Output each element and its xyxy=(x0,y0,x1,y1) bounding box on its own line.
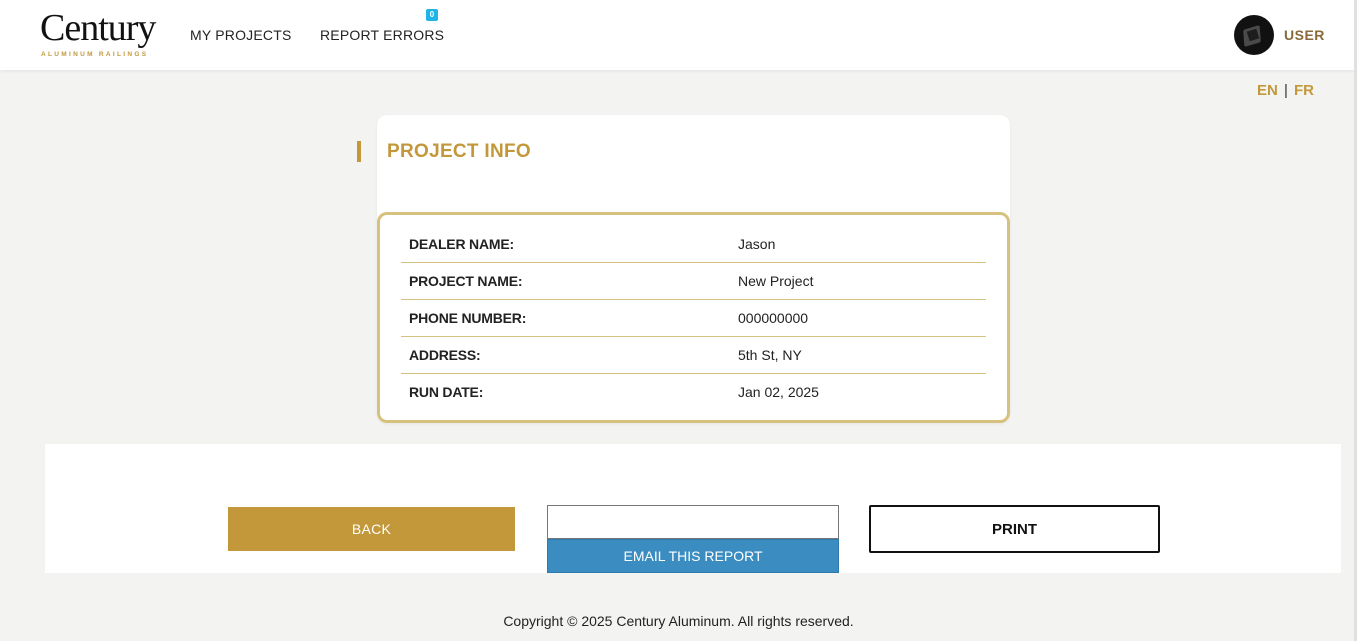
info-value: 5th St, NY xyxy=(738,347,802,363)
top-navigation-bar: Century ALUMINUM RAILINGS MY PROJECTS RE… xyxy=(0,0,1357,70)
info-row-address: ADDRESS: 5th St, NY xyxy=(401,337,986,374)
info-value: Jason xyxy=(738,236,776,252)
info-row-run-date: RUN DATE: Jan 02, 2025 xyxy=(401,374,986,411)
print-button[interactable]: PRINT xyxy=(869,505,1160,553)
email-input[interactable] xyxy=(547,505,839,539)
century-logo[interactable]: Century ALUMINUM RAILINGS xyxy=(40,7,162,60)
section-title-accent-bar xyxy=(357,141,361,162)
info-label: DEALER NAME: xyxy=(409,236,514,252)
nav-report-errors[interactable]: REPORT ERRORS xyxy=(320,27,444,43)
logo-wordmark: Century xyxy=(40,7,156,49)
info-row-phone-number: PHONE NUMBER: 000000000 xyxy=(401,300,986,337)
info-label: RUN DATE: xyxy=(409,384,484,400)
nav-my-projects[interactable]: MY PROJECTS xyxy=(190,27,292,43)
language-fr-link[interactable]: FR xyxy=(1294,82,1314,99)
user-avatar[interactable] xyxy=(1234,15,1274,55)
logo-tagline: ALUMINUM RAILINGS xyxy=(41,51,149,58)
email-report-button[interactable]: EMAIL THIS REPORT xyxy=(547,539,839,573)
language-en-link[interactable]: EN xyxy=(1257,82,1278,99)
info-row-project-name: PROJECT NAME: New Project xyxy=(401,263,986,300)
info-value: New Project xyxy=(738,273,814,289)
language-separator: | xyxy=(1284,82,1288,99)
info-label: ADDRESS: xyxy=(409,347,481,363)
user-menu-label[interactable]: USER xyxy=(1284,27,1325,43)
info-value: 000000000 xyxy=(738,310,809,326)
info-value: Jan 02, 2025 xyxy=(738,384,819,400)
info-label: PROJECT NAME: xyxy=(409,273,523,289)
footer-copyright: Copyright © 2025 Century Aluminum. All r… xyxy=(503,613,854,629)
report-errors-count-badge: 0 xyxy=(426,9,438,21)
project-info-table: DEALER NAME: Jason PROJECT NAME: New Pro… xyxy=(377,212,1010,423)
info-row-dealer-name: DEALER NAME: Jason xyxy=(401,226,986,263)
info-label: PHONE NUMBER: xyxy=(409,310,527,326)
project-info-title: PROJECT INFO xyxy=(387,141,532,162)
back-button[interactable]: BACK xyxy=(228,507,515,551)
